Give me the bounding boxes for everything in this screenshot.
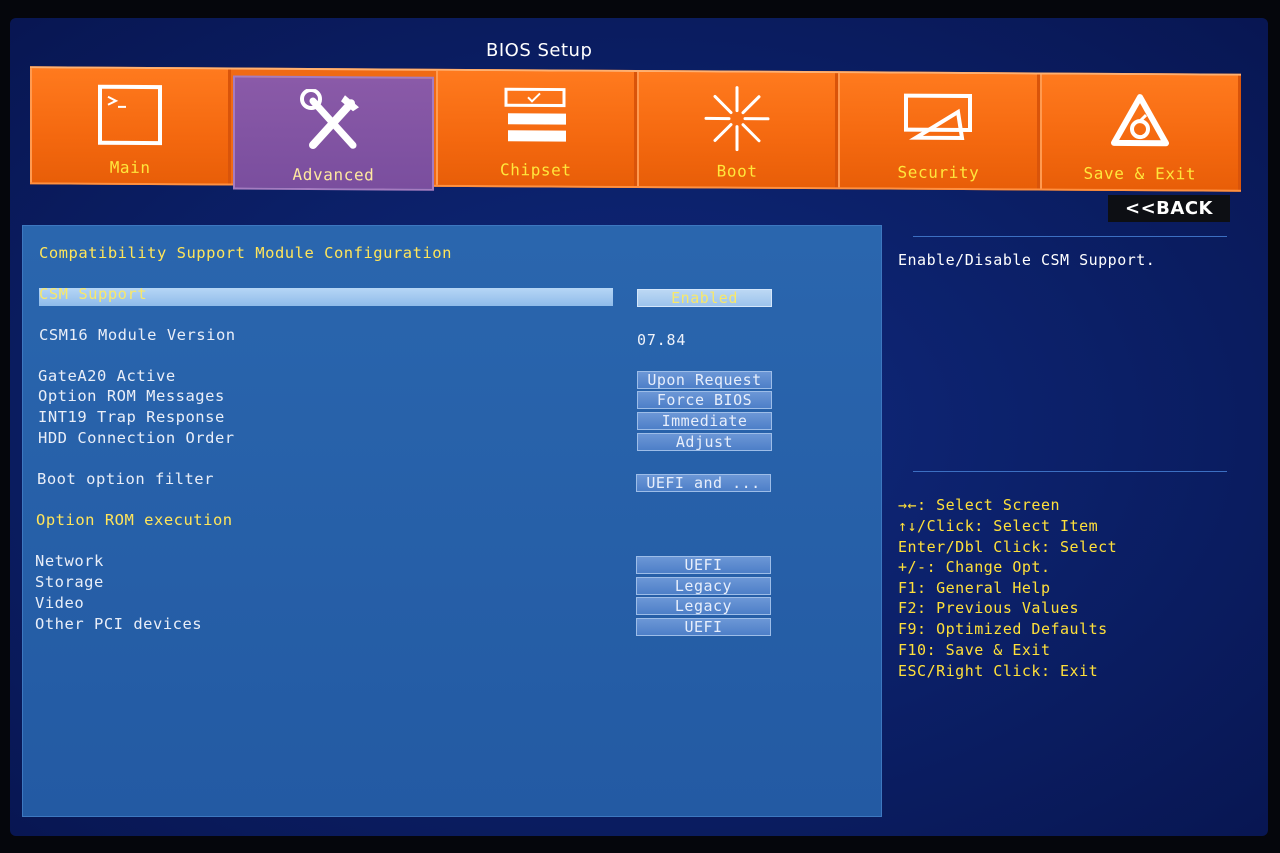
key-hint: ↑↓/Click: Select Item [898,517,1099,535]
security-icon [900,84,976,156]
gatea20-value[interactable]: Upon Request [637,371,772,389]
csm-support-label: CSM Support [39,285,148,303]
tab-label: Security [897,162,980,183]
key-hint: F1: General Help [898,579,1051,597]
other-pci-value[interactable]: UEFI [636,618,771,636]
key-hint: F10: Save & Exit [898,641,1051,659]
hdd-connection-order-value[interactable]: Adjust [637,433,772,451]
csm-support-value[interactable]: Enabled [637,289,772,307]
key-hint: Enter/Dbl Click: Select [898,538,1118,556]
divider [913,471,1227,472]
setting-label: Option ROM Messages [38,387,225,405]
tools-icon [295,86,371,158]
tab-bar: Main Advanced Chipset Boot Security Save… [30,66,1241,192]
option-rom-label: Video [35,594,85,612]
video-value[interactable]: Legacy [636,597,771,615]
boot-filter-value[interactable]: UEFI and ... [636,474,771,492]
tab-security[interactable]: Security [838,73,1040,189]
csm16-version-value: 07.84 [637,331,687,349]
int19-trap-value[interactable]: Immediate [637,412,772,430]
option-rom-messages-value[interactable]: Force BIOS [637,391,772,409]
key-hint: F2: Previous Values [898,599,1080,617]
setting-label: INT19 Trap Response [38,408,225,426]
terminal-icon [92,79,168,151]
tab-advanced[interactable]: Advanced [233,75,434,191]
tab-label: Main [109,157,151,178]
boot-star-icon [699,82,775,154]
back-button[interactable]: <<BACK [1108,195,1230,222]
tab-label: Advanced [292,164,375,185]
setting-label: GateA20 Active [38,367,176,385]
network-value[interactable]: UEFI [636,556,771,574]
key-hint: →←: Select Screen [898,496,1061,514]
option-rom-heading: Option ROM execution [36,511,233,529]
key-hint: +/-: Change Opt. [898,558,1051,576]
tab-boot[interactable]: Boot [636,72,839,188]
chipset-icon [498,81,574,153]
section-heading: Compatibility Support Module Configurati… [39,244,452,262]
help-panel: Enable/Disable CSM Support. →←: Select S… [893,235,1233,815]
tab-chipset[interactable]: Chipset [435,70,637,187]
option-rom-label: Network [35,552,104,570]
tab-label: Boot [716,161,758,181]
help-description: Enable/Disable CSM Support. [898,251,1156,269]
option-rom-label: Storage [35,573,104,591]
option-rom-label: Other PCI devices [35,615,203,633]
window-title: BIOS Setup [486,40,593,61]
key-hint: F9: Optimized Defaults [898,620,1108,638]
tab-label: Save & Exit [1083,163,1197,184]
storage-value[interactable]: Legacy [636,577,771,595]
tab-label: Chipset [500,160,572,180]
boot-filter-label: Boot option filter [37,470,214,488]
settings-panel: Compatibility Support Module Configurati… [22,225,882,817]
tab-main[interactable]: Main [30,68,232,184]
key-hint: ESC/Right Click: Exit [898,662,1099,680]
save-exit-icon [1102,85,1178,157]
setting-label: HDD Connection Order [38,429,235,447]
tab-save-exit[interactable]: Save & Exit [1039,74,1241,190]
divider [913,236,1227,237]
csm16-version-label: CSM16 Module Version [39,326,236,344]
